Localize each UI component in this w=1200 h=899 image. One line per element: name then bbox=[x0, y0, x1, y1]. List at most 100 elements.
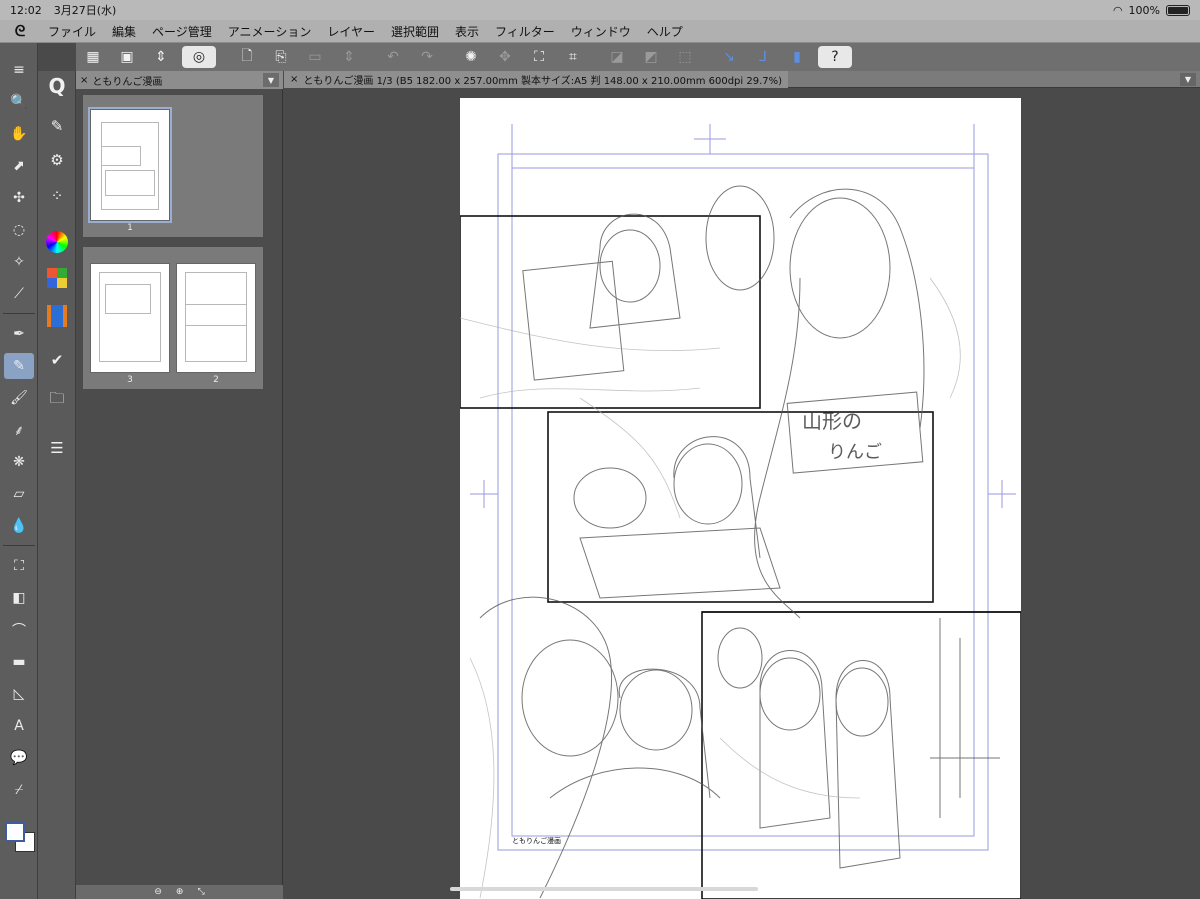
quick-access-icon[interactable]: Q bbox=[43, 73, 71, 99]
menu-help[interactable]: ヘルプ bbox=[639, 23, 691, 40]
close-document-icon[interactable]: × bbox=[290, 74, 298, 85]
save-icon[interactable]: ▭ bbox=[302, 46, 328, 68]
svg-text:山形の: 山形の bbox=[802, 409, 862, 433]
text-icon[interactable]: A bbox=[4, 713, 34, 739]
special-ruler-icon[interactable]: ⅃ bbox=[750, 46, 776, 68]
sub-tool-icon[interactable]: ✎ bbox=[43, 113, 71, 139]
clear-selection-icon[interactable]: ◪ bbox=[604, 46, 630, 68]
selection-border-icon[interactable]: ⬚ bbox=[672, 46, 698, 68]
status-time: 12:02 bbox=[10, 3, 42, 17]
grid-snap-icon[interactable]: ▮ bbox=[784, 46, 810, 68]
page-footer-text: ともりんご漫画 bbox=[512, 837, 561, 845]
hand-icon[interactable]: ✋ bbox=[4, 121, 34, 147]
menu-selection[interactable]: 選択範囲 bbox=[383, 23, 447, 40]
gradient-icon[interactable]: ◧ bbox=[4, 585, 34, 611]
transform-icon[interactable]: ⌗ bbox=[560, 46, 586, 68]
lasso-icon[interactable]: ◌ bbox=[4, 217, 34, 243]
zoom-out-icon[interactable]: ⊖ bbox=[154, 887, 162, 897]
svg-text:りんご: りんご bbox=[828, 442, 882, 463]
status-date: 3月27日(水) bbox=[53, 4, 117, 17]
document-title: ともりんご漫画 1/3 (B5 182.00 x 257.00mm 製本サイズ:… bbox=[303, 76, 783, 87]
loading-icon[interactable]: ✺ bbox=[458, 46, 484, 68]
page-number-1: 1 bbox=[127, 223, 133, 233]
canvas-area[interactable]: × ともりんご漫画 1/3 (B5 182.00 x 257.00mm 製本サイ… bbox=[284, 71, 1200, 899]
fill-bucket-icon[interactable]: ⛶ bbox=[526, 46, 552, 68]
manga-sketch: 山形の りんご bbox=[460, 124, 1021, 899]
document-menu-icon[interactable]: ▼ bbox=[1180, 73, 1196, 86]
layers-icon[interactable]: ☰ bbox=[43, 435, 71, 461]
color-wheel-icon[interactable] bbox=[43, 229, 71, 255]
pencil-icon[interactable]: ✎ bbox=[4, 353, 34, 379]
page-management-panel: × ともりんご漫画 ▼ 1 3 2 ⊖ ⊕ ⤡ bbox=[76, 71, 283, 899]
menu-filter[interactable]: フィルター bbox=[487, 23, 563, 40]
foreground-color-swatch[interactable] bbox=[5, 822, 25, 842]
sort-icon[interactable]: ⇕ bbox=[336, 46, 362, 68]
fit-icon[interactable]: ⤡ bbox=[197, 887, 204, 897]
sub-tool-column: Q ✎ ⚙ ⁘ ✔ 🗀 ☰ bbox=[38, 71, 76, 899]
operation-icon[interactable]: ⬈ bbox=[4, 153, 34, 179]
menu-bar: ᘓ ファイル 編集 ページ管理 アニメーション レイヤー 選択範囲 表示 フィル… bbox=[0, 20, 1200, 43]
tool-menu-icon[interactable]: ≡ bbox=[4, 57, 34, 83]
timeline-icon[interactable] bbox=[43, 303, 71, 329]
menu-layer[interactable]: レイヤー bbox=[319, 23, 383, 40]
move-layer-icon[interactable]: ✣ bbox=[4, 185, 34, 211]
spiral-logo-icon[interactable]: ◎ bbox=[182, 46, 216, 68]
blend-icon[interactable]: 💧 bbox=[4, 513, 34, 539]
page-thumbnail-1[interactable] bbox=[88, 107, 172, 223]
balloon-icon[interactable]: 💬 bbox=[4, 745, 34, 771]
menu-window[interactable]: ウィンドウ bbox=[563, 23, 639, 40]
document-tab-bar: × ともりんご漫画 1/3 (B5 182.00 x 257.00mm 製本サイ… bbox=[284, 71, 1200, 88]
undo-icon[interactable]: ↶ bbox=[380, 46, 406, 68]
tool-property-icon[interactable]: ⚙ bbox=[43, 147, 71, 173]
zoom-in-icon[interactable]: ⊕ bbox=[176, 887, 184, 897]
help-icon[interactable]: ? bbox=[818, 46, 852, 68]
frame-border-icon[interactable]: ▬ bbox=[4, 649, 34, 675]
brush-icon[interactable]: 🖌 bbox=[4, 385, 34, 411]
fill-icon[interactable]: ⛶ bbox=[4, 553, 34, 579]
horizontal-scrollbar[interactable] bbox=[450, 887, 758, 891]
page-number-2: 2 bbox=[213, 375, 219, 385]
menu-view[interactable]: 表示 bbox=[447, 23, 487, 40]
grid-layout-icon[interactable]: ▦ bbox=[80, 46, 106, 68]
check-ruler-icon[interactable]: ✔ bbox=[43, 347, 71, 373]
brush-size-icon[interactable]: ⁘ bbox=[43, 183, 71, 209]
menu-file[interactable]: ファイル bbox=[40, 23, 104, 40]
document-tab[interactable]: × ともりんご漫画 1/3 (B5 182.00 x 257.00mm 製本サイ… bbox=[284, 71, 789, 88]
arrows-updown-icon[interactable]: ⇕ bbox=[148, 46, 174, 68]
screen-mode-icon[interactable]: ▣ bbox=[114, 46, 140, 68]
magic-wand-icon[interactable]: ✧ bbox=[4, 249, 34, 275]
ruler-snap-icon[interactable]: ↘ bbox=[716, 46, 742, 68]
redo-icon[interactable]: ↷ bbox=[414, 46, 440, 68]
correct-line-icon[interactable]: ⌿ bbox=[4, 777, 34, 803]
ruler-icon[interactable]: ◺ bbox=[4, 681, 34, 707]
airbrush-icon[interactable]: ⸙ bbox=[4, 417, 34, 443]
battery-icon bbox=[1166, 4, 1190, 16]
panel-menu-icon[interactable]: ▼ bbox=[263, 73, 279, 87]
page-spread-2: 3 2 bbox=[83, 247, 263, 389]
zoom-icon[interactable]: 🔍 bbox=[4, 89, 34, 115]
color-set-icon[interactable] bbox=[43, 265, 71, 291]
menu-page-management[interactable]: ページ管理 bbox=[144, 23, 220, 40]
pen-icon[interactable]: ✒ bbox=[4, 321, 34, 347]
material-folder-icon[interactable]: 🗀 bbox=[43, 387, 71, 413]
close-tab-icon[interactable]: × bbox=[80, 75, 88, 86]
open-file-icon[interactable]: ⎘ bbox=[268, 46, 294, 68]
page-thumbnail-2[interactable] bbox=[176, 263, 256, 373]
tool-palette: ≡ 🔍 ✋ ⬈ ✣ ◌ ✧ ⟋ ✒ ✎ 🖌 ⸙ ❋ ▱ 💧 ⛶ ◧ ⌒ ▬ ◺ … bbox=[0, 43, 38, 899]
move-icon[interactable]: ✥ bbox=[492, 46, 518, 68]
new-file-icon[interactable]: 🗋 bbox=[234, 46, 260, 68]
eyedropper-icon[interactable]: ⟋ bbox=[4, 281, 34, 307]
clip-studio-logo-icon[interactable]: ᘓ bbox=[0, 22, 40, 40]
invert-selection-icon[interactable]: ◩ bbox=[638, 46, 664, 68]
figure-icon[interactable]: ⌒ bbox=[4, 617, 34, 643]
menu-edit[interactable]: 編集 bbox=[104, 23, 144, 40]
color-swatches[interactable] bbox=[3, 820, 35, 860]
page-panel-tab[interactable]: × ともりんご漫画 ▼ bbox=[76, 71, 283, 89]
menu-animation[interactable]: アニメーション bbox=[220, 23, 320, 40]
decoration-icon[interactable]: ❋ bbox=[4, 449, 34, 475]
page-thumbnail-3[interactable] bbox=[90, 263, 170, 373]
manga-page[interactable]: 山形の りんご ともりんご漫画 bbox=[460, 98, 1021, 899]
clip-studio-window: 12:02 3月27日(水) ◠ 100% ᘓ ファイル 編集 ページ管理 アニ… bbox=[0, 0, 1200, 899]
eraser-icon[interactable]: ▱ bbox=[4, 481, 34, 507]
status-right: ◠ 100% bbox=[1113, 4, 1190, 17]
